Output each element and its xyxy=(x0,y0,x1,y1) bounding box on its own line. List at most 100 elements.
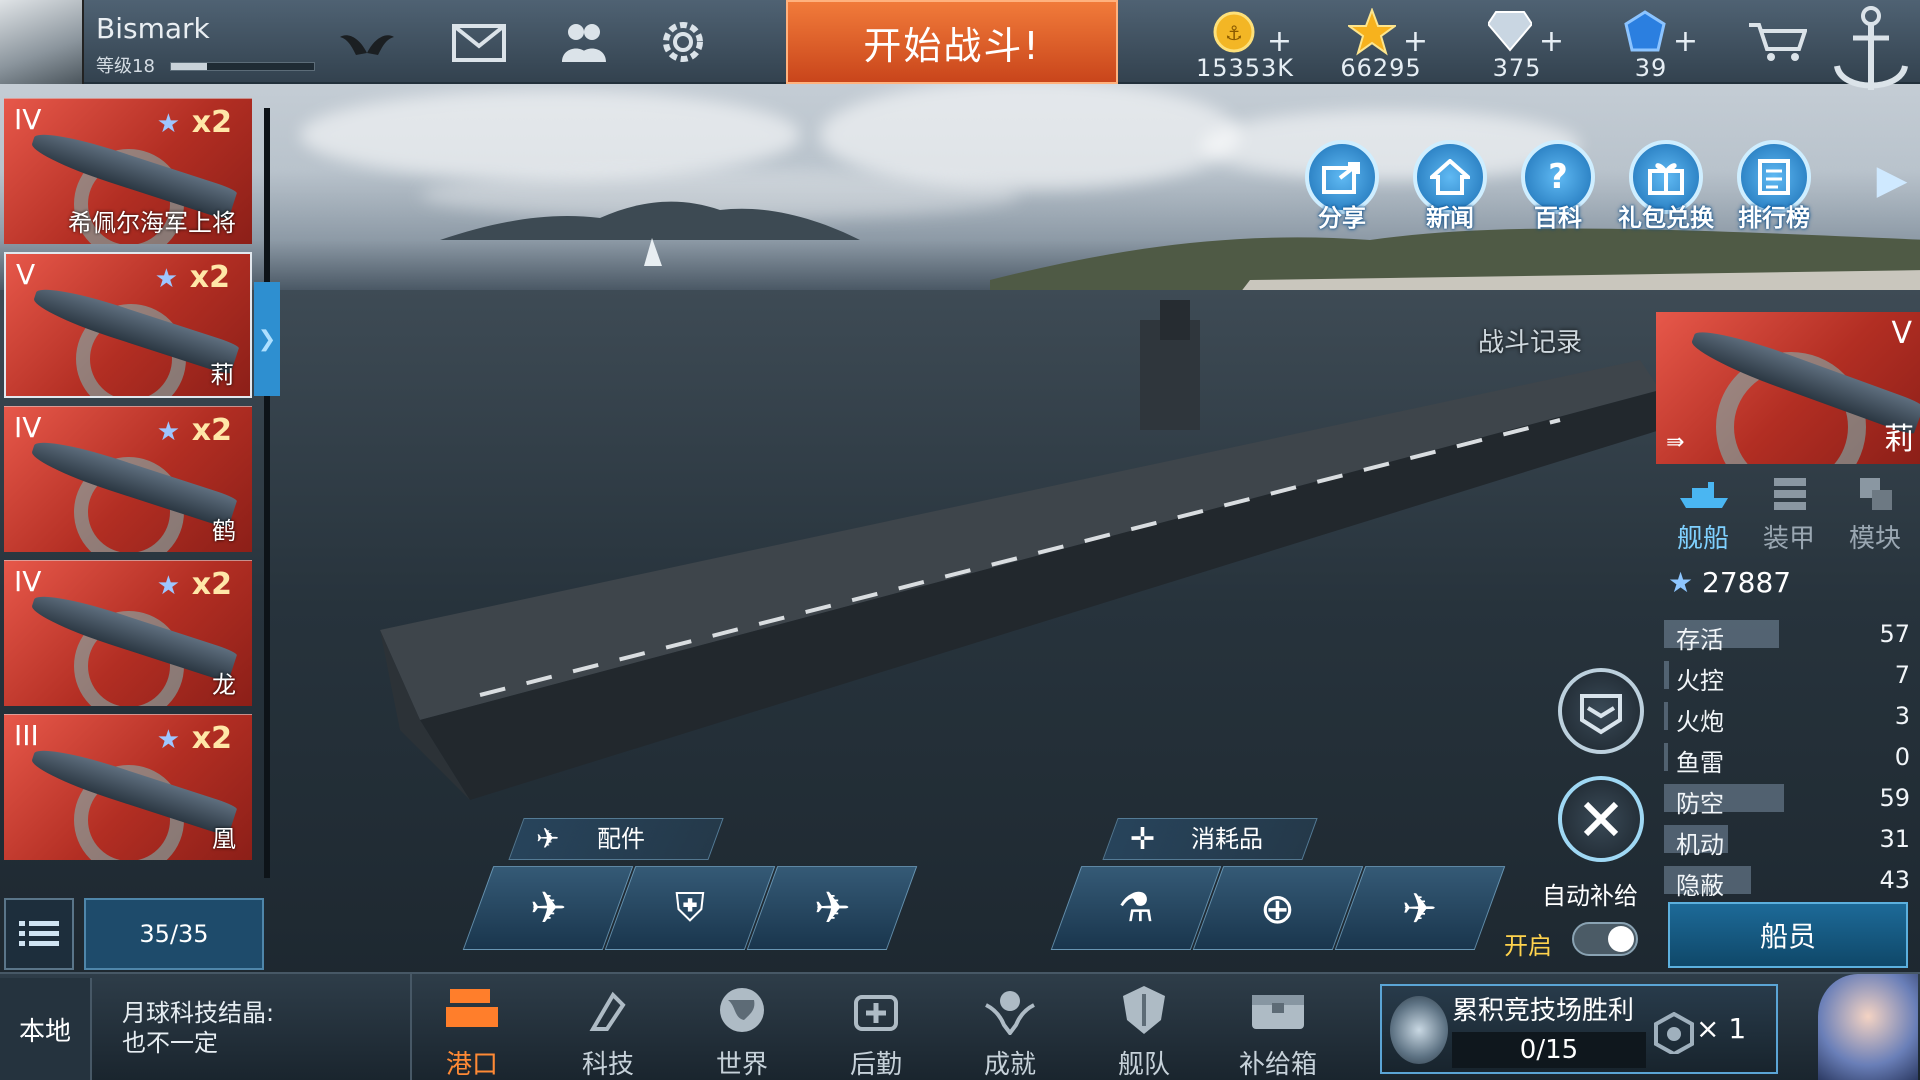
gift-redeem-button[interactable]: 礼包兑换 xyxy=(1618,140,1714,240)
tab-module-label: 模块 xyxy=(1848,524,1901,554)
start-battle-button[interactable]: 开始战斗! xyxy=(786,0,1118,84)
nav-logistics-label: 后勤 xyxy=(849,1050,902,1080)
gift-redeem-label: 礼包兑换 xyxy=(1618,204,1714,232)
logistics-icon xyxy=(841,980,911,1040)
repair-button[interactable] xyxy=(1558,776,1644,862)
nav-tech[interactable]: 科技 xyxy=(552,980,664,1080)
auto-supply-toggle[interactable] xyxy=(1572,922,1638,956)
ship-multiplier: x2 xyxy=(189,260,230,295)
ship-star-icon: ★ xyxy=(154,264,178,294)
ship-card[interactable]: IV ★ x2 鹤 xyxy=(4,406,252,552)
svg-text:⚓: ⚓ xyxy=(1225,21,1243,45)
share-button[interactable]: 分享 xyxy=(1294,140,1390,240)
stat-row: 存活 57 xyxy=(1664,616,1920,654)
stat-label: 机动 xyxy=(1676,831,1724,859)
chevron-badge-icon xyxy=(1580,694,1622,735)
nav-logistics[interactable]: 后勤 xyxy=(820,980,932,1080)
stat-label: 隐蔽 xyxy=(1676,872,1724,900)
battle-record-link[interactable]: 战斗记录 xyxy=(1478,322,1582,359)
arena-wins-panel[interactable]: 累积竞技场胜利 0/15 × 1 xyxy=(1380,984,1778,1074)
crew-button[interactable]: 船员 xyxy=(1668,902,1908,968)
toggle-knob xyxy=(1608,926,1634,952)
advisor-avatar[interactable] xyxy=(1818,974,1918,1080)
wiki-button[interactable]: ? 百科 xyxy=(1510,140,1606,240)
achievement-wings-icon xyxy=(975,980,1045,1040)
ship-power: ★ 27887 xyxy=(1668,566,1791,599)
stat-row: 隐蔽 43 xyxy=(1664,862,1920,900)
resource-blue-gem[interactable]: + 39 xyxy=(1596,4,1706,82)
selected-ship-indicator: ❯ xyxy=(254,282,280,396)
gold-value: 15353K xyxy=(1195,54,1295,82)
nav-port-label: 港口 xyxy=(445,1050,498,1080)
resource-star[interactable]: + 66295 xyxy=(1326,4,1436,82)
auto-supply-state: 开启 xyxy=(1504,932,1552,960)
resource-diamond[interactable]: + 375 xyxy=(1462,4,1572,82)
news-ticker[interactable]: 月球科技结晶: 也不一定 xyxy=(122,998,274,1058)
ship-icon xyxy=(1680,482,1728,508)
nav-supply-box[interactable]: 补给箱 xyxy=(1222,980,1334,1080)
news-button[interactable]: 新闻 xyxy=(1402,140,1498,240)
player-name: Bismark xyxy=(96,12,210,45)
nav-world[interactable]: 世界 xyxy=(686,980,798,1080)
local-chat-button[interactable]: 本地 xyxy=(0,978,92,1080)
friends-icon[interactable] xyxy=(552,14,614,70)
ship-card[interactable]: IV ★ x2 希佩尔海军上将 xyxy=(4,98,252,244)
news-ticker-line-1: 月球科技结晶: xyxy=(122,999,275,1027)
ship-tier: IV xyxy=(14,565,42,598)
star-icon xyxy=(1348,8,1396,56)
ship-card[interactable]: III ★ x2 凰 xyxy=(4,714,252,860)
power-star-icon: ★ xyxy=(1668,566,1694,599)
aircraft-upgrade-icon: ✈ xyxy=(529,882,567,934)
crosshair-icon: ✛ xyxy=(1130,822,1156,857)
stat-label: 火控 xyxy=(1676,667,1724,695)
gold-coin-icon: ⚓ xyxy=(1213,11,1255,53)
rank-wings-icon[interactable] xyxy=(336,14,398,70)
ship-list-scrollbar[interactable] xyxy=(264,108,270,878)
nav-fleet-label: 舰队 xyxy=(1117,1050,1170,1080)
tab-module[interactable]: 模块 xyxy=(1832,470,1918,554)
ship-card[interactable]: IV ★ x2 龙 xyxy=(4,560,252,706)
ship-star-icon: ★ xyxy=(156,571,180,601)
stat-row: 火炮 3 xyxy=(1664,698,1920,736)
ship-tier: IV xyxy=(14,411,42,444)
insignia-button[interactable] xyxy=(1558,668,1644,754)
target-icon: ⊕ xyxy=(1260,883,1296,933)
ranking-button[interactable]: 排行榜 xyxy=(1726,140,1822,240)
stat-value: 57 xyxy=(1879,620,1910,648)
nav-port[interactable]: 港口 xyxy=(416,980,528,1080)
stat-row: 鱼雷 0 xyxy=(1664,739,1920,777)
ship-name: 凰 xyxy=(212,825,236,853)
shop-cart-icon[interactable] xyxy=(1746,14,1808,70)
player-level: 等级18 xyxy=(96,56,155,77)
settings-gear-icon[interactable] xyxy=(652,14,714,70)
wiki-label: 百科 xyxy=(1534,204,1582,232)
anchor-menu-icon[interactable] xyxy=(1826,0,1916,104)
ship-name: 莉 xyxy=(210,361,234,389)
ship-card[interactable]: V ★ x2 莉 xyxy=(4,252,252,398)
diamond-icon xyxy=(1488,11,1532,52)
selected-ship-card[interactable]: V 莉 ⇛ xyxy=(1656,312,1920,464)
arena-title: 累积竞技场胜利 xyxy=(1452,996,1635,1026)
nav-achievements[interactable]: 成就 xyxy=(954,980,1066,1080)
ship-multiplier: x2 xyxy=(191,105,232,140)
supply-box-icon xyxy=(1243,980,1313,1040)
mail-icon[interactable] xyxy=(448,14,510,70)
stat-bar xyxy=(1664,661,1669,689)
diamond-value: 375 xyxy=(1492,54,1542,82)
star-value: 66295 xyxy=(1340,54,1422,82)
aircraft-icon: ✈ xyxy=(813,882,851,934)
list-view-button[interactable] xyxy=(4,898,74,970)
port-icon xyxy=(437,980,507,1040)
expand-shortcuts-arrow-icon[interactable]: ▶ xyxy=(1870,140,1914,220)
tab-ship[interactable]: 舰船 xyxy=(1660,470,1746,554)
ship-class-icon: ⇛ xyxy=(1666,430,1685,455)
tab-armor[interactable]: 装甲 xyxy=(1746,470,1832,554)
nav-fleet[interactable]: 舰队 xyxy=(1088,980,1200,1080)
ship-power-value: 27887 xyxy=(1702,566,1792,599)
tab-armor-label: 装甲 xyxy=(1762,524,1815,554)
player-ship-thumbnail[interactable] xyxy=(0,0,84,84)
module-icon xyxy=(1860,478,1892,510)
resource-gold[interactable]: ⚓ + 15353K xyxy=(1190,4,1300,82)
stat-value: 43 xyxy=(1879,866,1910,894)
arena-orb-icon xyxy=(1390,996,1448,1064)
